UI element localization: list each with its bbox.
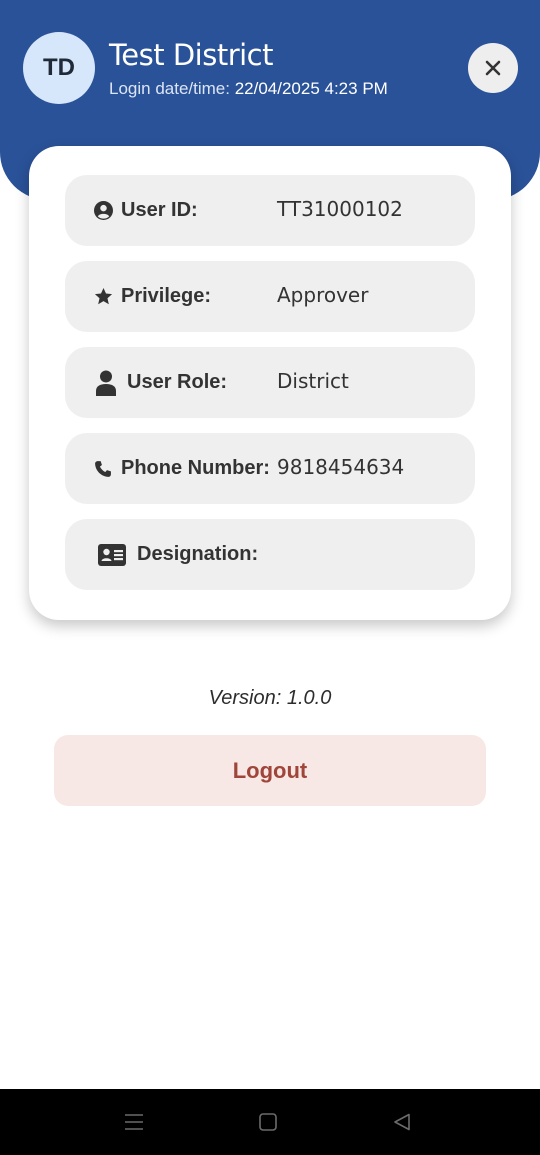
user-id-value: TT31000102	[277, 197, 403, 221]
phone-number-row: Phone Number: 9818454634	[65, 433, 475, 504]
user-id-label: User ID:	[121, 199, 198, 221]
login-value: 22/04/2025 4:23 PM	[234, 79, 388, 98]
user-circle-icon	[94, 175, 113, 246]
home-button[interactable]	[238, 1089, 298, 1155]
system-nav-bar	[0, 1089, 540, 1155]
designation-label: Designation:	[137, 543, 259, 565]
privilege-row: Privilege: Approver	[65, 261, 475, 332]
close-button[interactable]	[468, 43, 518, 93]
user-role-label: User Role:	[127, 371, 228, 393]
privilege-value: Approver	[277, 283, 369, 307]
phone-icon	[94, 433, 112, 504]
person-icon	[96, 347, 116, 418]
designation-row: Designation:	[65, 519, 475, 590]
user-role-value: District	[277, 369, 349, 393]
privilege-label: Privilege:	[121, 285, 212, 307]
id-card-icon	[98, 519, 126, 590]
login-datetime: Login date/time: 22/04/2025 4:23 PM	[109, 79, 388, 99]
triangle-back-icon	[394, 1113, 410, 1131]
recents-button[interactable]	[104, 1089, 164, 1155]
user-id-row: User ID: TT31000102	[65, 175, 475, 246]
profile-card: User ID: TT31000102 Privilege: Approver …	[29, 146, 511, 620]
logout-button[interactable]: Logout	[54, 735, 486, 806]
square-icon	[259, 1113, 277, 1131]
avatar: TD	[23, 32, 95, 104]
menu-lines-icon	[125, 1114, 143, 1130]
app-version: Version: 1.0.0	[208, 687, 332, 709]
close-icon	[485, 60, 501, 76]
back-button[interactable]	[372, 1089, 432, 1155]
phone-number-label: Phone Number:	[121, 457, 270, 479]
login-label: Login date/time:	[109, 79, 230, 98]
star-icon	[94, 261, 113, 332]
phone-number-value: 9818454634	[277, 455, 405, 479]
user-name: Test District	[109, 38, 274, 72]
user-role-row: User Role: District	[65, 347, 475, 418]
